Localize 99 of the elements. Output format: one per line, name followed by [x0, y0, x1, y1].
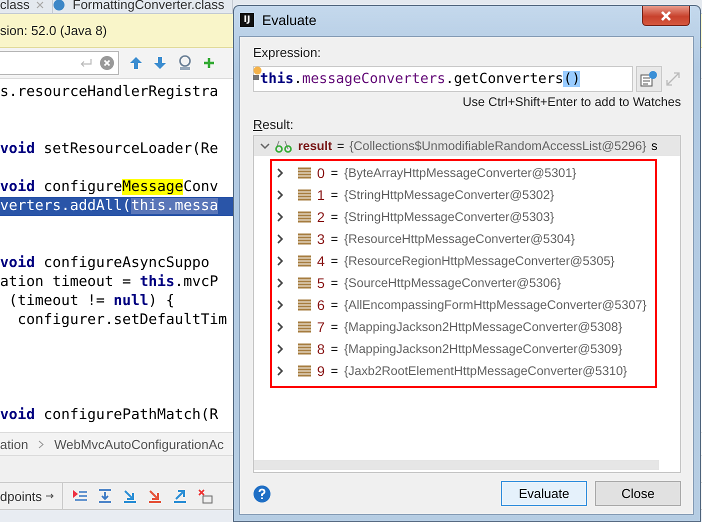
cut-off-text: s: [651, 139, 658, 153]
app-logo: IJ: [240, 13, 254, 27]
variable-name: 3: [317, 231, 325, 247]
force-step-into-icon[interactable]: [146, 488, 163, 504]
equals-sign: =: [330, 298, 338, 312]
object-icon: [298, 167, 311, 179]
plus-icon[interactable]: [203, 57, 215, 69]
decompiled-version-banner-text: sion: 52.0 (Java 8): [0, 23, 107, 38]
pin-arrow-icon[interactable]: [46, 492, 56, 500]
chevron-right-icon[interactable]: [276, 234, 284, 244]
history-icon: [640, 71, 658, 87]
equals-sign: =: [330, 276, 338, 290]
expression-field[interactable]: this.messageConverters.getConverters(): [253, 66, 633, 92]
close-button[interactable]: [642, 6, 690, 26]
variable-value: {StringHttpMessageConverter@5303}: [344, 210, 554, 224]
code-line: void setResourceLoader(Re: [0, 140, 220, 159]
object-icon: [298, 233, 311, 245]
step-over-icon[interactable]: [96, 488, 113, 504]
glasses-icon: [275, 140, 293, 152]
dialog-button[interactable]: Close: [595, 481, 681, 506]
variable-name: 0: [317, 165, 325, 181]
code-line: void configureAsyncSuppo: [0, 254, 211, 273]
equals-sign: =: [330, 342, 338, 356]
history-button[interactable]: [636, 66, 662, 92]
variable-name: 7: [317, 319, 325, 335]
hint-text: Use Ctrl+Shift+Enter to add to Watches: [462, 95, 681, 109]
equals-sign: =: [330, 210, 338, 224]
variable-name: result: [298, 139, 332, 153]
variable-value: {StringHttpMessageConverter@5302}: [344, 188, 554, 202]
equals-sign: =: [330, 166, 338, 180]
code-line: (timeout != null) {: [8, 292, 176, 311]
clear-icon[interactable]: [100, 56, 114, 70]
variable-name: 1: [317, 187, 325, 203]
chevron-right-icon[interactable]: [276, 300, 284, 310]
chevron-right-icon[interactable]: [276, 322, 284, 332]
chevron-right-icon[interactable]: [276, 344, 284, 354]
result-label: Result:: [253, 117, 294, 132]
variable-value: {MappingJackson2HttpMessageConverter@5309}: [344, 342, 622, 356]
variable-name: 5: [317, 275, 325, 291]
lightbulb-icon: [253, 66, 262, 80]
code-line: s.resourceHandlerRegistra: [0, 83, 220, 102]
class-file-icon: [52, 0, 67, 10]
help-icon[interactable]: [253, 484, 271, 502]
object-icon: [298, 189, 311, 201]
object-icon: [298, 321, 311, 333]
variable-value: {MappingJackson2HttpMessageConverter@5308}: [344, 320, 622, 334]
equals-sign: =: [337, 139, 344, 153]
breadcrumb-item[interactable]: ation: [0, 436, 28, 452]
arrow-down-icon[interactable]: [153, 56, 167, 70]
chevron-down-icon[interactable]: [260, 142, 270, 150]
object-icon: [298, 277, 311, 289]
variable-value: {Collections$UnmodifiableRandomAccessList@5296}: [349, 139, 646, 153]
chevron-right-icon[interactable]: [276, 256, 284, 266]
variable-value: {AllEncompassingFormHttpMessageConverter@5307}: [344, 298, 647, 312]
close-icon: [660, 10, 672, 20]
variable-value: {ByteArrayHttpMessageConverter@5301}: [344, 166, 576, 180]
chevron-right-icon[interactable]: [276, 190, 284, 200]
variable-name: 6: [317, 297, 325, 313]
code-line: configurer.setDefaultTim: [16, 311, 228, 330]
equals-sign: =: [330, 188, 338, 202]
equals-sign: =: [330, 232, 338, 246]
variable-value: {ResourceHttpMessageConverter@5304}: [344, 232, 575, 246]
drop-frame-icon[interactable]: [196, 488, 213, 504]
equals-sign: =: [330, 364, 338, 378]
chevron-right-icon[interactable]: [276, 168, 284, 178]
enter-icon: [80, 58, 92, 68]
dialog-button[interactable]: Evaluate: [501, 481, 587, 506]
object-icon: [298, 211, 311, 223]
code-line: ation timeout = this.mvcP: [0, 273, 220, 292]
breadcrumb-item[interactable]: WebMvcAutoConfigurationAc: [54, 436, 224, 452]
variable-name: 4: [317, 253, 325, 269]
find-all-icon[interactable]: [177, 55, 193, 71]
variable-value: {Jaxb2RootElementHttpMessageConverter@5310}: [344, 364, 628, 378]
variable-name: 8: [317, 341, 325, 357]
variable-value: {SourceHttpMessageConverter@5306}: [344, 276, 562, 290]
variable-value: {ResourceRegionHttpMessageConverter@5305}: [344, 254, 615, 268]
window-title: Evaluate: [262, 12, 316, 28]
variable-name: 9: [317, 363, 325, 379]
expression-label: Expression:: [253, 45, 322, 60]
variable-name: 2: [317, 209, 325, 225]
equals-sign: =: [330, 320, 338, 334]
object-icon: [298, 255, 311, 267]
chevron-right-icon[interactable]: [276, 278, 284, 288]
code-line: void configurePathMatch(R: [0, 406, 220, 425]
chevron-right-icon[interactable]: [276, 212, 284, 222]
horizontal-scrollbar[interactable]: [254, 460, 659, 470]
equals-sign: =: [330, 254, 338, 268]
chevron-right-icon[interactable]: [276, 366, 284, 376]
show-execution-point-icon[interactable]: [72, 488, 88, 504]
step-out-icon[interactable]: [172, 488, 188, 504]
arrow-up-icon[interactable]: [129, 56, 143, 70]
object-icon: [298, 343, 311, 355]
chevron-right-icon: [38, 440, 44, 448]
object-icon: [298, 299, 311, 311]
object-icon: [298, 365, 311, 377]
search-field[interactable]: [0, 51, 119, 75]
breakpoints-tab[interactable]: dpoints: [0, 488, 42, 504]
step-into-icon[interactable]: [122, 488, 138, 504]
code-line: void configureMessageConv: [0, 178, 220, 197]
